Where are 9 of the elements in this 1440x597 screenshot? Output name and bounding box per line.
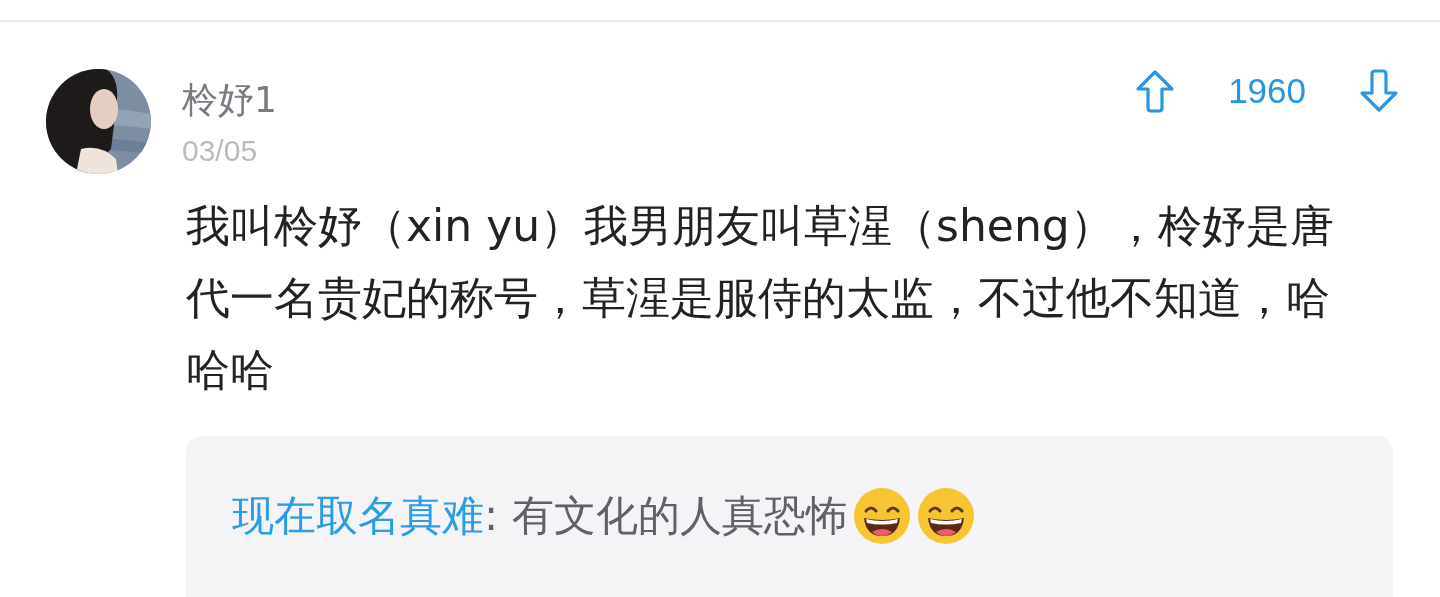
comment-text: 我叫柃妤（xin yu）我男朋友叫草湦（sheng），柃妤是唐代一名贵妃的称号，草湦是服侍的太监，不过他不知道，哈哈哈 <box>186 199 1335 397</box>
post-date: 03/05 <box>182 133 259 169</box>
reply-author-link[interactable]: 现在取名真难 <box>232 488 484 544</box>
downvote-arrow-icon[interactable] <box>1358 69 1400 113</box>
vote-count: 1960 <box>1228 71 1306 111</box>
user-name[interactable]: 柃妤1 <box>182 75 1135 125</box>
grinning-face-icon <box>851 486 912 546</box>
reply-text: : 有文化的人真恐怖 <box>484 490 848 542</box>
grinning-face-icon <box>915 486 976 546</box>
